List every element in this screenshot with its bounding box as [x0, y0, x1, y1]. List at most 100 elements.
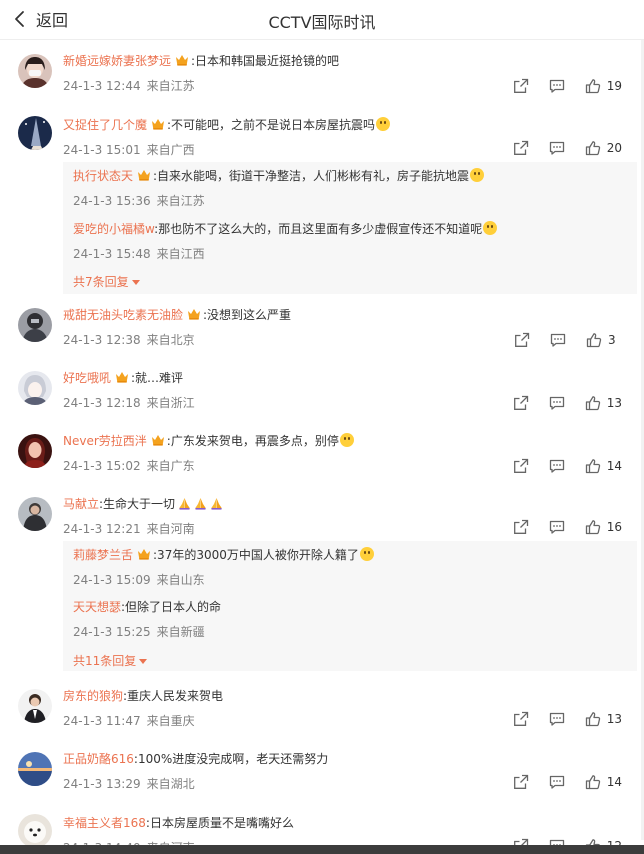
crown-badge-icon: [151, 118, 165, 130]
username-link[interactable]: 房东的狼狗: [63, 689, 123, 703]
more-replies-link[interactable]: 共11条回复: [73, 652, 148, 669]
comment-meta: 24-1-3 12:38 来自北京: [63, 331, 195, 348]
username-link[interactable]: 又捉住了几个魔: [63, 118, 147, 132]
reply-button[interactable]: [549, 774, 565, 790]
caret-down-icon: [139, 659, 148, 664]
share-button[interactable]: [514, 332, 530, 348]
action-bar: 3: [494, 331, 622, 349]
avatar[interactable]: [18, 308, 52, 342]
comment-meta: 24-1-3 15:01 来自广西: [63, 141, 195, 158]
crown-badge-icon: [151, 434, 165, 446]
page-title: CCTV国际时讯: [268, 13, 376, 32]
share-button[interactable]: [513, 774, 529, 790]
avatar[interactable]: [18, 54, 52, 88]
comment-text: :日本房屋质量不是嘴嘴好么: [145, 816, 294, 830]
like-count: 16: [606, 520, 622, 534]
avatar[interactable]: [18, 814, 52, 848]
like-button[interactable]: 14: [585, 458, 622, 474]
timestamp: 24-1-3 15:48: [73, 247, 151, 261]
like-count: 3: [608, 333, 616, 347]
location: 来自重庆: [146, 714, 195, 728]
location: 来自广东: [146, 459, 195, 473]
like-icon: [585, 458, 601, 474]
comment-body: 戒甜无油头吃素无油脸:没想到这么严重: [63, 307, 291, 324]
like-button[interactable]: 13: [585, 395, 622, 411]
comment-icon: [549, 519, 565, 535]
reply-text: :那也防不了这么大的，而且这里面有多少虚假宣传还不知道呢: [154, 222, 483, 236]
username-link[interactable]: 马献立: [63, 497, 99, 511]
like-button[interactable]: 20: [585, 140, 622, 156]
pleading-emoji-icon: [339, 433, 354, 447]
comment-icon: [549, 395, 565, 411]
comment-text: :重庆人民发来贺电: [123, 689, 224, 703]
avatar[interactable]: [18, 371, 52, 405]
timestamp: 24-1-3 13:29: [63, 777, 141, 791]
share-icon: [513, 774, 529, 790]
like-button[interactable]: 16: [585, 519, 622, 535]
share-button[interactable]: [513, 519, 529, 535]
avatar[interactable]: [18, 116, 52, 150]
comment-icon: [549, 140, 565, 156]
reply-item: 执行状态天:自来水能喝，街道干净整洁，人们彬彬有礼，房子能抗地震 24-1-3 …: [73, 168, 633, 208]
comment-icon: [549, 774, 565, 790]
share-icon: [513, 78, 529, 94]
like-count: 14: [606, 459, 622, 473]
timestamp: 24-1-3 15:09: [73, 573, 151, 587]
avatar[interactable]: [18, 434, 52, 468]
username-link[interactable]: 好吃哦吼: [63, 371, 111, 385]
comment-body: 正品奶酪616:100%进度没完成啊，老天还需努力: [63, 751, 328, 768]
comment-body: 又捉住了几个魔 :不可能吧，之前不是说日本房屋抗震吗: [63, 117, 391, 134]
username-link[interactable]: 幸福主义者168: [63, 816, 146, 830]
timestamp: 24-1-3 15:02: [63, 459, 141, 473]
avatar[interactable]: [18, 689, 52, 723]
share-button[interactable]: [513, 78, 529, 94]
username-link[interactable]: 戒甜无油头吃素无油脸: [63, 308, 183, 322]
like-count: 19: [606, 79, 622, 93]
like-icon: [585, 78, 601, 94]
action-bar: 20: [493, 139, 622, 157]
reply-button[interactable]: [550, 332, 566, 348]
like-count: 13: [606, 712, 622, 726]
laugh-cry-emoji-icon: [376, 117, 391, 131]
share-icon: [513, 711, 529, 727]
share-button[interactable]: [513, 711, 529, 727]
username-link[interactable]: 新婚远嫁娇妻张梦远: [63, 54, 171, 68]
like-button[interactable]: 14: [585, 774, 622, 790]
reply-list: 执行状态天 :自来水能喝，街道干净整洁，人们彬彬有礼，房子能抗地震 24-1-3 …: [63, 162, 637, 294]
username-link[interactable]: 正品奶酪616: [63, 752, 134, 766]
avatar[interactable]: [18, 752, 52, 786]
reply-button[interactable]: [549, 519, 565, 535]
reply-button[interactable]: [549, 140, 565, 156]
reply-button[interactable]: [549, 458, 565, 474]
action-bar: 19: [493, 77, 622, 95]
comment-meta: 24-1-3 12:21 来自河南: [63, 520, 195, 537]
comment-text: :不可能吧，之前不是说日本房屋抗震吗: [167, 118, 376, 132]
reply-text: :自来水能喝，街道干净整洁，人们彬彬有礼，房子能抗地震: [153, 169, 470, 183]
comment-body: 新婚远嫁娇妻张梦远:日本和韩国最近挺抢镜的吧: [63, 53, 339, 70]
like-button[interactable]: 13: [585, 711, 622, 727]
share-button[interactable]: [513, 458, 529, 474]
smile-emoji-icon: [359, 547, 374, 561]
username-link[interactable]: 执行状态天: [73, 169, 133, 183]
share-button[interactable]: [513, 140, 529, 156]
share-button[interactable]: [513, 395, 529, 411]
comment-body: 好吃哦吼 :就…难评: [63, 370, 183, 387]
comment-text: :就…难评: [131, 371, 184, 385]
username-link[interactable]: Never劳拉西泮: [63, 434, 147, 448]
location: 来自新疆: [156, 625, 205, 639]
like-button[interactable]: 3: [586, 332, 622, 348]
like-button[interactable]: 19: [585, 78, 622, 94]
share-icon: [513, 140, 529, 156]
reply-text: :37年的3000万中国人被你开除人籍了: [153, 548, 359, 562]
avatar[interactable]: [18, 497, 52, 531]
username-link[interactable]: 天天想瑟: [73, 600, 121, 614]
top-bar: 返回 CCTV国际时讯: [0, 0, 644, 40]
username-link[interactable]: 爱吃的小福橘w: [73, 222, 154, 236]
reply-button[interactable]: [549, 395, 565, 411]
more-replies-link[interactable]: 共7条回复: [73, 273, 140, 290]
reply-list: 莉藤梦兰舌 :37年的3000万中国人被你开除人籍了 24-1-3 15:09 来自…: [63, 541, 637, 671]
username-link[interactable]: 莉藤梦兰舌: [73, 548, 133, 562]
reply-button[interactable]: [549, 711, 565, 727]
reply-text: :但除了日本人的命: [121, 600, 222, 614]
reply-button[interactable]: [549, 78, 565, 94]
